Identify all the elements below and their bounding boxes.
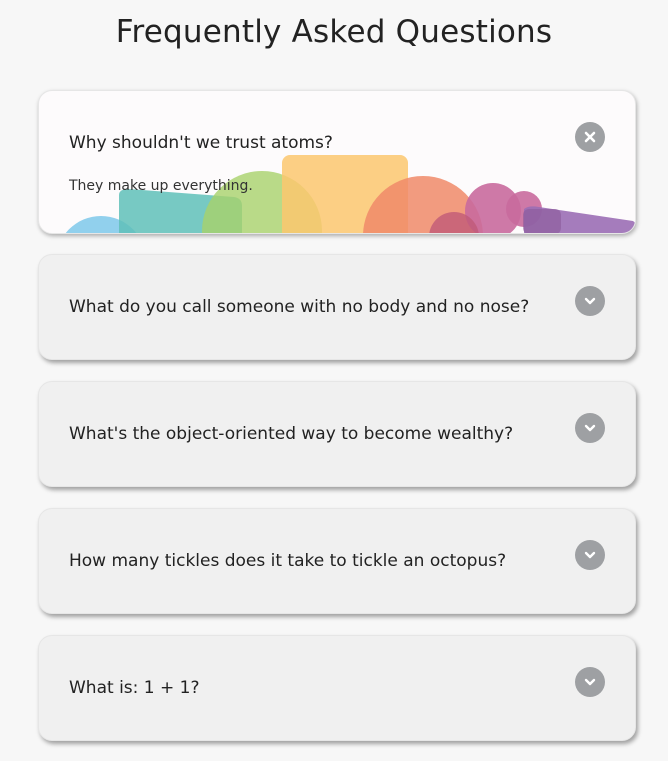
page-title: Frequently Asked Questions	[115, 14, 553, 50]
faq-item-one-plus-one[interactable]: What is: 1 + 1?	[38, 635, 636, 741]
chevron-down-icon[interactable]	[575, 667, 605, 697]
chevron-down-icon[interactable]	[575, 413, 605, 443]
faq-question[interactable]: What's the object-oriented way to become…	[69, 424, 513, 444]
faq-question[interactable]: What is: 1 + 1?	[69, 678, 200, 698]
faq-question[interactable]: How many tickles does it take to tickle …	[69, 551, 506, 571]
chevron-down-icon[interactable]	[575, 540, 605, 570]
faq-answer: They make up everything.	[69, 178, 253, 194]
faq-question[interactable]: What do you call someone with no body an…	[69, 297, 529, 317]
faq-item-object-oriented[interactable]: What's the object-oriented way to become…	[38, 381, 636, 487]
chevron-down-icon[interactable]	[575, 286, 605, 316]
faq-item-octopus[interactable]: How many tickles does it take to tickle …	[38, 508, 636, 614]
faq-item-no-body[interactable]: What do you call someone with no body an…	[38, 254, 636, 360]
faq-question[interactable]: Why shouldn't we trust atoms?	[69, 133, 333, 153]
decorative-shapes	[65, 155, 635, 233]
faq-item-atoms[interactable]: Why shouldn't we trust atoms? They make …	[38, 90, 636, 234]
close-icon[interactable]	[575, 122, 605, 152]
